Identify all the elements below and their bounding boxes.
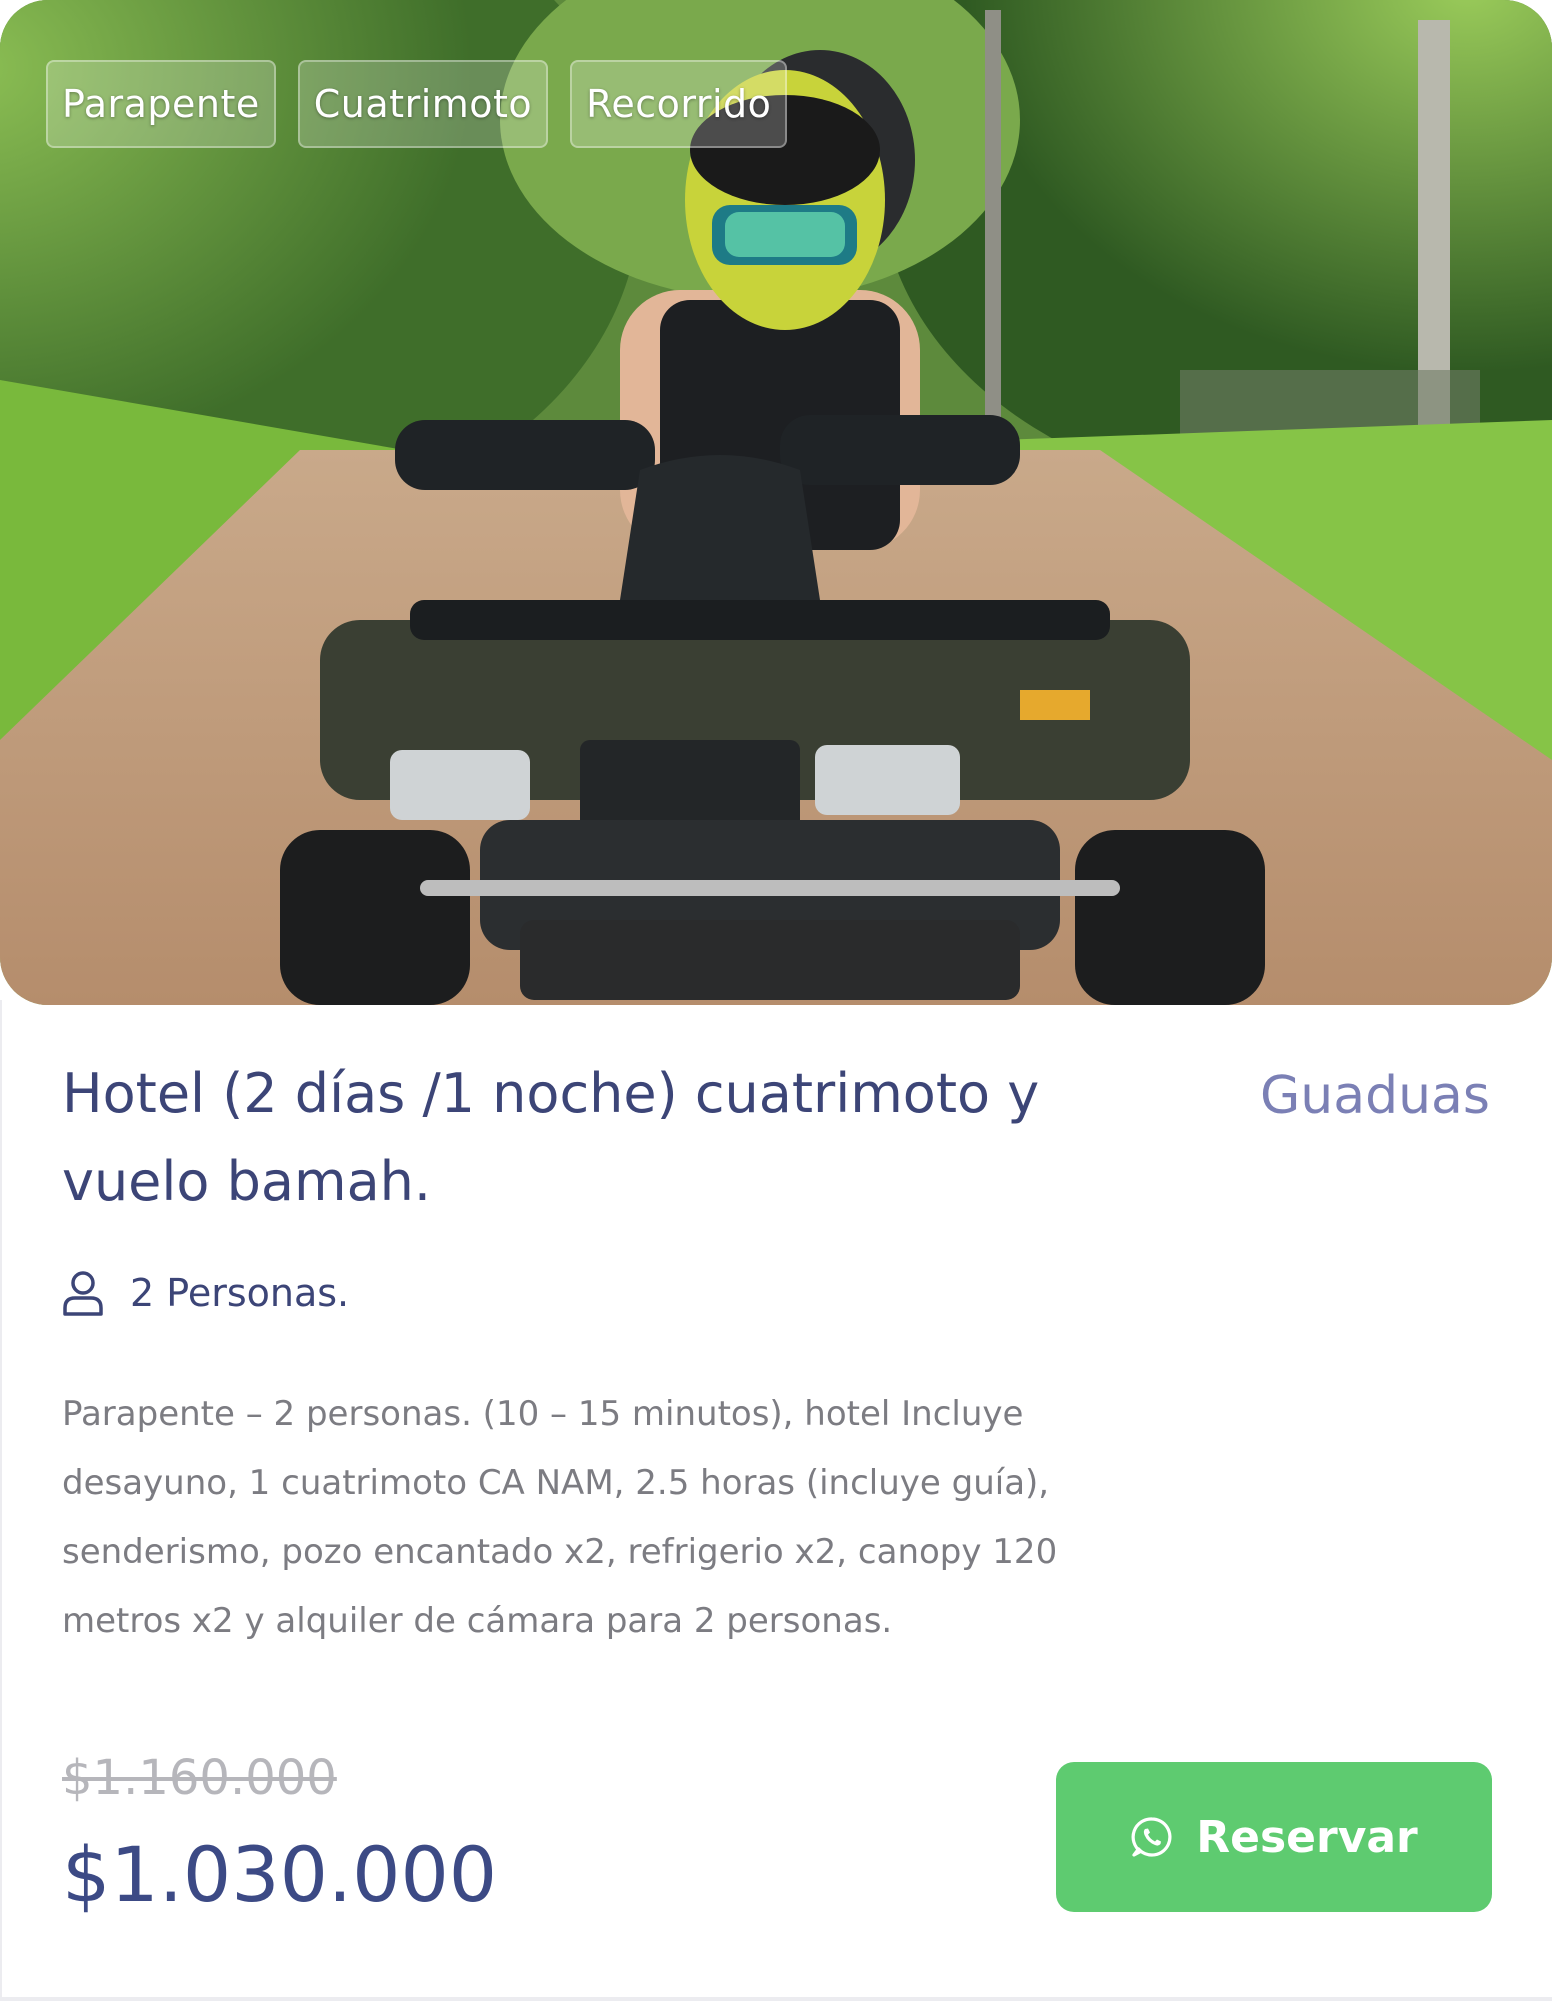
old-price: $1.160.000: [62, 1750, 337, 1806]
tag-list: Parapente Cuatrimoto Recorrido: [46, 60, 788, 148]
card-border-left: [0, 1000, 2, 2001]
current-price: $1.030.000: [62, 1830, 498, 1919]
tour-photo[interactable]: Parapente Cuatrimoto Recorrido: [0, 0, 1552, 1005]
reserve-button-label: Reservar: [1196, 1811, 1418, 1863]
user-icon: [63, 1271, 103, 1316]
tour-location: Guaduas: [1259, 1066, 1490, 1126]
tag-parapente[interactable]: Parapente: [46, 60, 276, 148]
tag-cuatrimoto[interactable]: Cuatrimoto: [297, 60, 549, 148]
whatsapp-icon: [1131, 1817, 1172, 1857]
tour-description: Parapente – 2 personas. (10 – 15 minutos…: [62, 1394, 1058, 1641]
tour-title[interactable]: Hotel (2 días /1 noche) cuatrimoto y vue…: [62, 1050, 1082, 1226]
tour-card: Parapente Cuatrimoto Recorrido Hotel (2 …: [0, 0, 1552, 2001]
card-border-bottom: [0, 1997, 1552, 2001]
persons-label: 2 Personas.: [130, 1271, 350, 1315]
reserve-button[interactable]: Reservar: [1056, 1762, 1492, 1912]
atv-photo-image: [0, 0, 1552, 1005]
persons-info: 2 Personas.: [62, 1270, 349, 1316]
tag-recorrido[interactable]: Recorrido: [570, 60, 788, 148]
